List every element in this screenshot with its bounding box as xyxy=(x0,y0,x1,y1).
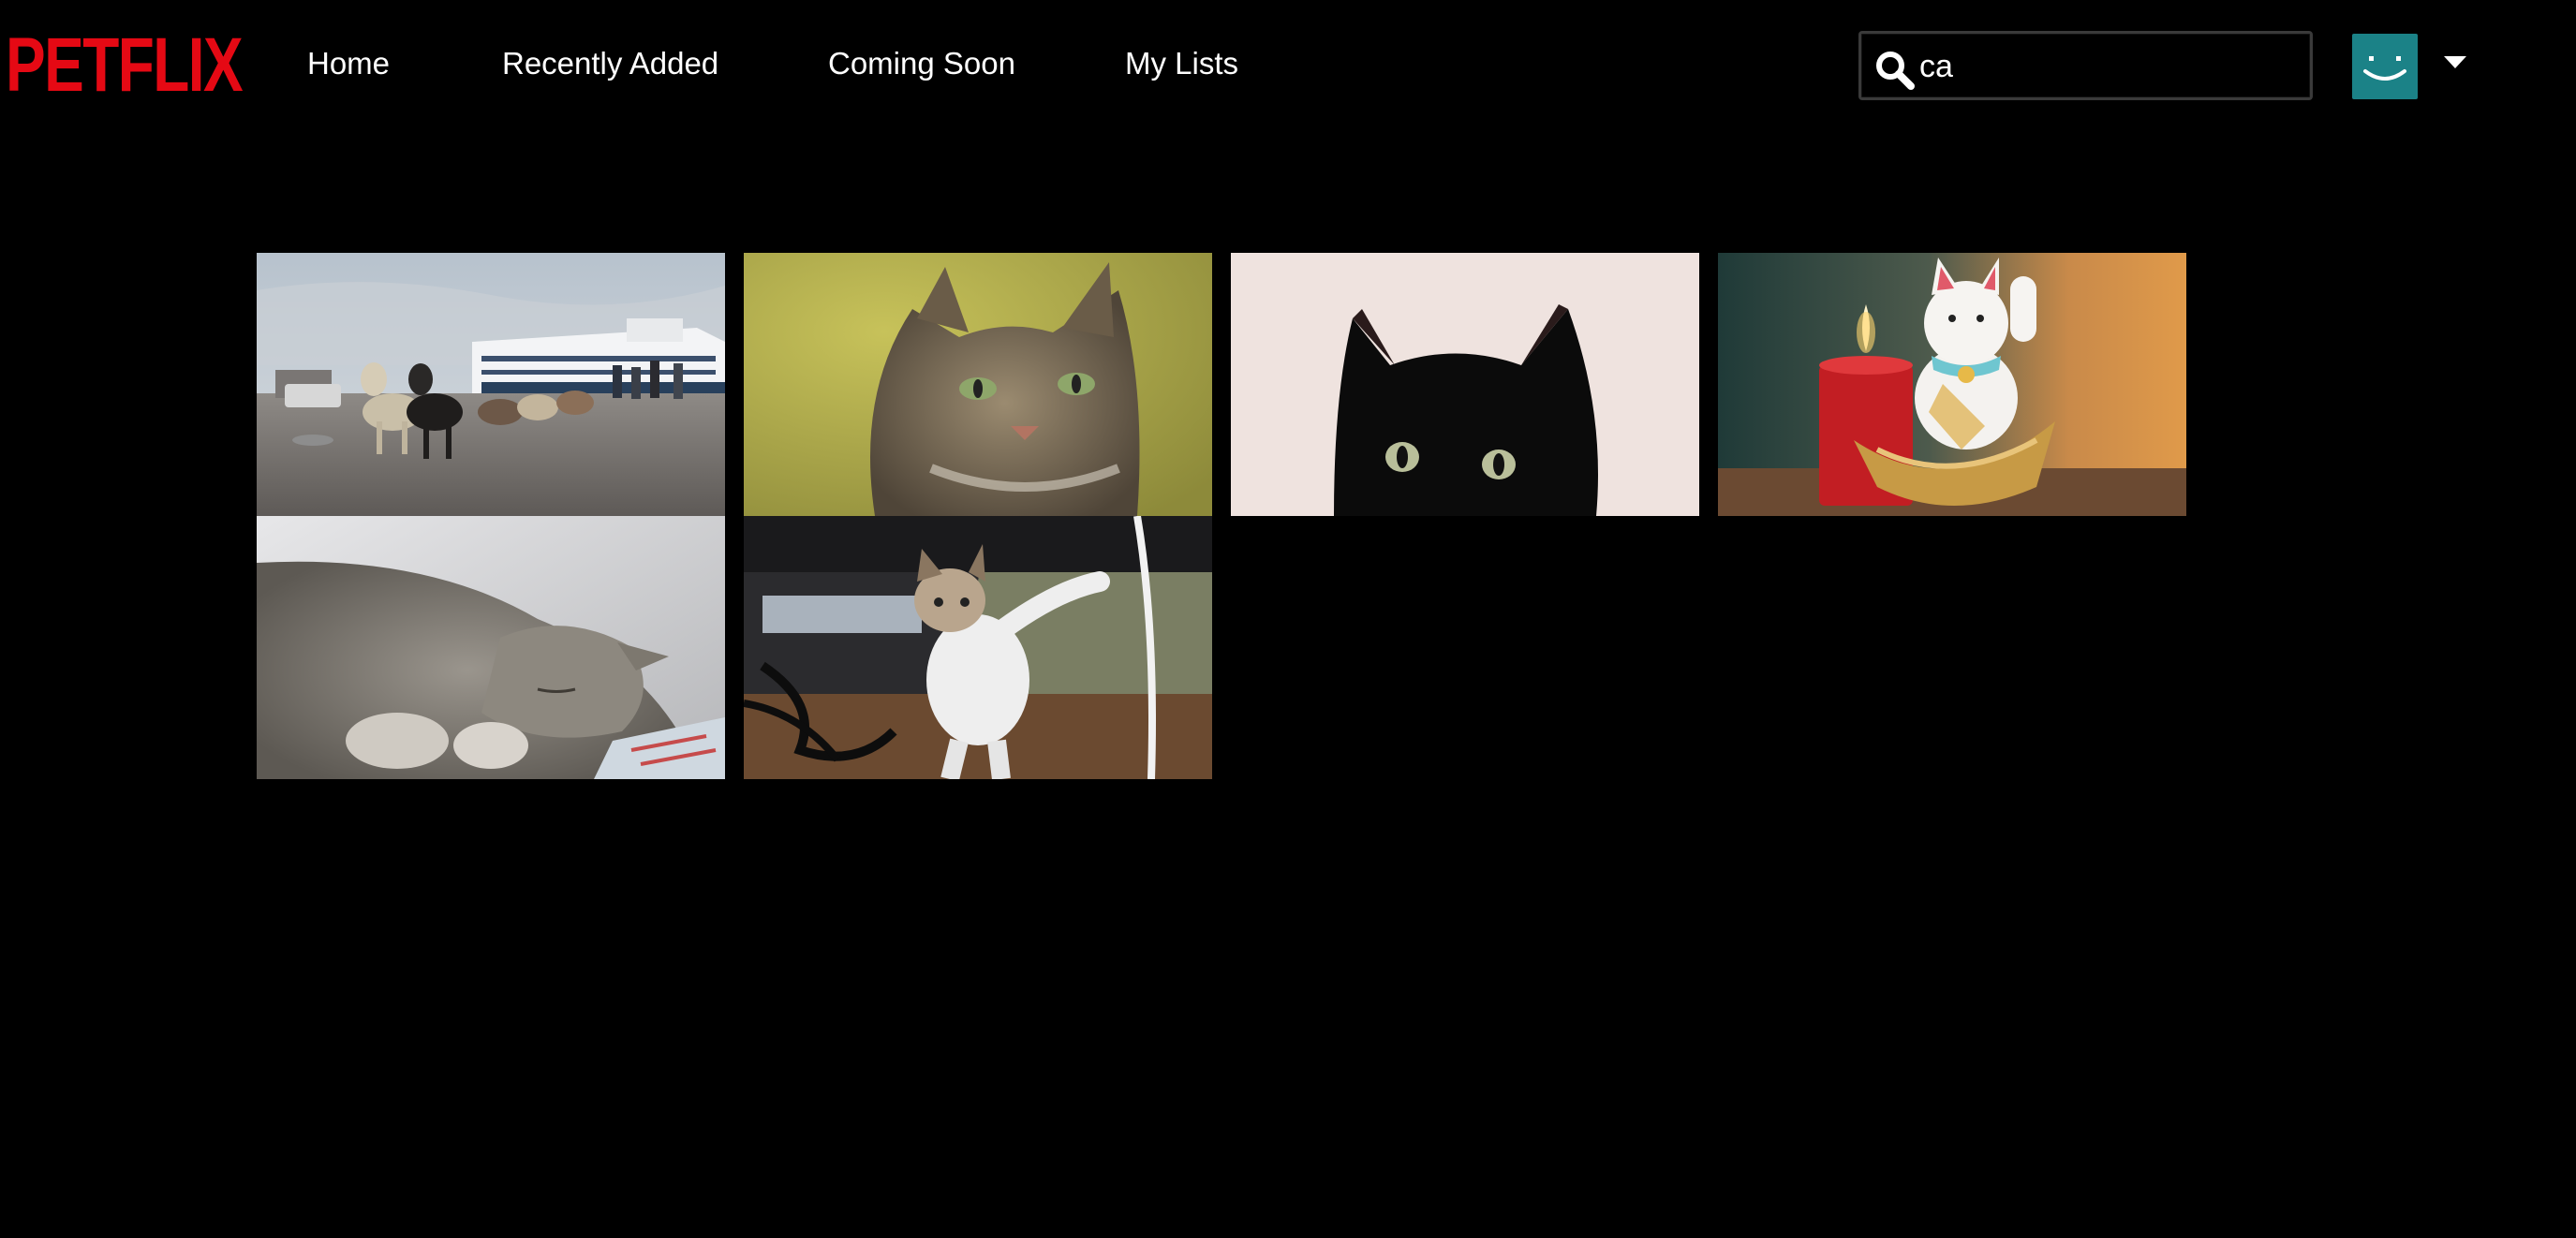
caret-down-icon[interactable] xyxy=(2444,56,2466,68)
result-tile-sleeping-cat[interactable] xyxy=(257,516,725,779)
thumbnail-image xyxy=(744,253,1212,516)
result-tile-tabby-cat[interactable] xyxy=(744,253,1212,516)
nav-recently-added[interactable]: Recently Added xyxy=(502,45,718,82)
thumbnail-image xyxy=(257,253,725,516)
result-tile-lucky-cat[interactable] xyxy=(1718,253,2186,516)
thumbnail-image xyxy=(1718,253,2186,516)
nav-my-lists[interactable]: My Lists xyxy=(1125,45,1238,82)
search-input[interactable] xyxy=(1919,45,2294,88)
nav-coming-soon[interactable]: Coming Soon xyxy=(828,45,1015,82)
petflix-logo[interactable]: PETFLIX xyxy=(6,26,244,105)
smiley-face-icon xyxy=(2363,56,2406,81)
nav-home[interactable]: Home xyxy=(307,45,390,82)
result-tile-black-cat[interactable] xyxy=(1231,253,1699,516)
top-navigation-bar: PETFLIX Home Recently Added Coming Soon … xyxy=(0,0,2576,133)
thumbnail-image xyxy=(1231,253,1699,516)
result-tile-sled-dogs[interactable] xyxy=(257,253,725,516)
thumbnail-image xyxy=(744,516,1212,779)
result-tile-playful-kitten[interactable] xyxy=(744,516,1212,779)
thumbnail-image xyxy=(257,516,725,779)
search-box[interactable] xyxy=(1858,31,2313,100)
profile-avatar[interactable] xyxy=(2352,34,2418,99)
search-icon[interactable] xyxy=(1874,50,1916,91)
